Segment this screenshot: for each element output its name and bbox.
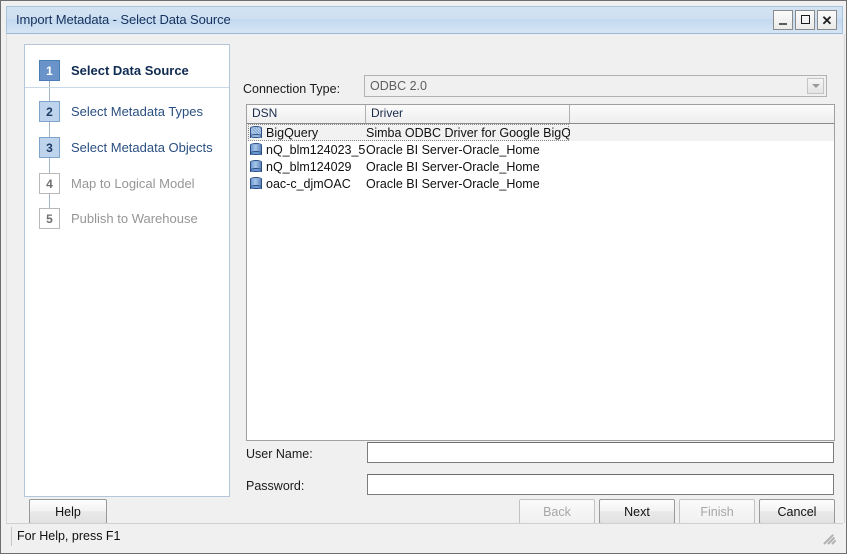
table-row[interactable]: nQ_blm124029 Oracle BI Server-Oracle_Hom… <box>247 158 834 175</box>
window-title: Import Metadata - Select Data Source <box>16 12 231 27</box>
table-row[interactable]: nQ_blm124023_5.5 Oracle BI Server-Oracle… <box>247 141 834 158</box>
back-button: Back <box>519 499 595 524</box>
maximize-icon <box>801 15 810 24</box>
table-row[interactable]: oac-c_djmOAC Oracle BI Server-Oracle_Hom… <box>247 175 834 192</box>
user-name-input[interactable] <box>367 442 834 463</box>
row-dsn-text: nQ_blm124029 <box>266 159 352 174</box>
row-driver-cell: Oracle BI Server-Oracle_Home <box>366 142 540 157</box>
maximize-button[interactable] <box>795 10 815 30</box>
connection-type-combobox[interactable]: ODBC 2.0 <box>364 75 827 97</box>
database-icon <box>250 125 262 140</box>
column-header-dsn[interactable]: DSN <box>247 105 366 123</box>
row-dsn-cell: oac-c_djmOAC <box>247 176 366 191</box>
column-header-driver[interactable]: Driver <box>366 105 570 123</box>
cancel-button[interactable]: Cancel <box>759 499 835 524</box>
password-label: Password: <box>246 479 305 493</box>
row-driver-cell: Oracle BI Server-Oracle_Home <box>366 159 540 174</box>
row-driver-cell: Oracle BI Server-Oracle_Home <box>366 176 540 191</box>
row-dsn-cell: nQ_blm124029 <box>247 159 366 174</box>
status-message: For Help, press F1 <box>11 527 801 546</box>
row-driver-cell: Simba ODBC Driver for Google BigQuery <box>366 125 570 140</box>
database-icon <box>250 142 262 157</box>
listview-header: DSN Driver <box>247 105 834 124</box>
row-dsn-cell: BigQuery <box>247 125 366 140</box>
column-header-blank[interactable] <box>570 105 834 123</box>
row-dsn-cell: nQ_blm124023_5.5 <box>247 142 366 157</box>
row-dsn-text: oac-c_djmOAC <box>266 176 351 191</box>
chevron-down-icon[interactable] <box>807 78 824 94</box>
import-metadata-dialog: Import Metadata - Select Data Source ✕ 1… <box>0 0 847 554</box>
table-row[interactable]: BigQuery Simba ODBC Driver for Google Bi… <box>247 124 834 141</box>
row-dsn-text: nQ_blm124023_5.5 <box>266 142 366 157</box>
close-button[interactable]: ✕ <box>817 10 837 30</box>
status-bar: For Help, press F1 <box>6 523 843 549</box>
row-dsn-text: BigQuery <box>266 125 319 140</box>
resize-grip-icon[interactable] <box>823 532 838 546</box>
next-button[interactable]: Next <box>599 499 675 524</box>
close-icon: ✕ <box>821 12 833 28</box>
database-icon <box>250 176 262 191</box>
finish-button: Finish <box>679 499 755 524</box>
title-bar[interactable]: Import Metadata - Select Data Source ✕ <box>6 6 843 34</box>
user-name-label: User Name: <box>246 447 313 461</box>
main-panel: Connection Type: ODBC 2.0 DSN Driver Big… <box>7 34 844 524</box>
listview-body: BigQuery Simba ODBC Driver for Google Bi… <box>247 124 834 192</box>
connection-type-label: Connection Type: <box>243 82 341 96</box>
database-icon <box>250 159 262 174</box>
dialog-client-area: 1 Select Data Source 2 Select Metadata T… <box>6 34 845 524</box>
datasource-listview[interactable]: DSN Driver BigQuery Simba ODBC Driver fo… <box>246 104 835 441</box>
connection-type-value: ODBC 2.0 <box>370 79 427 93</box>
minimize-button[interactable] <box>773 10 793 30</box>
window-controls: ✕ <box>773 10 837 30</box>
minimize-icon <box>779 23 787 25</box>
password-input[interactable] <box>367 474 834 495</box>
help-button[interactable]: Help <box>29 499 107 524</box>
